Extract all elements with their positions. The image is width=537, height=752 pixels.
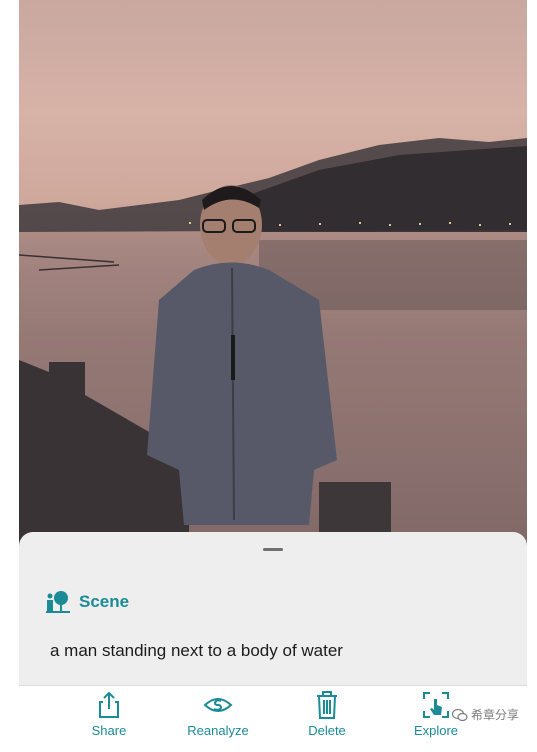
- reanalyze-label: Reanalyze: [187, 723, 249, 738]
- wechat-icon: [451, 708, 468, 721]
- lake-scene-image: [19, 138, 527, 560]
- scene-header: Scene: [45, 590, 129, 614]
- delete-label: Delete: [308, 723, 346, 738]
- result-sheet[interactable]: Scene a man standing next to a body of w…: [19, 532, 527, 685]
- trash-icon: [317, 691, 337, 719]
- sheet-handle[interactable]: [263, 548, 283, 551]
- bottom-toolbar: Share Reanalyze Delete Explore: [19, 685, 527, 752]
- explore-icon: [423, 692, 449, 718]
- delete-button[interactable]: Delete: [282, 690, 372, 738]
- eye-icon: [203, 698, 233, 712]
- photo: [19, 0, 527, 560]
- watermark-text: 希章分享: [470, 708, 519, 722]
- watermark: 希章分享: [451, 706, 519, 723]
- explore-label: Explore: [413, 723, 459, 738]
- share-button[interactable]: Share: [64, 690, 154, 738]
- scene-tree-icon: [46, 591, 70, 613]
- reanalyze-button[interactable]: Reanalyze: [173, 690, 263, 738]
- scene-caption: a man standing next to a body of water: [50, 641, 343, 660]
- share-label: Share: [91, 723, 127, 738]
- share-icon: [99, 691, 119, 718]
- scene-title: Scene: [79, 592, 130, 611]
